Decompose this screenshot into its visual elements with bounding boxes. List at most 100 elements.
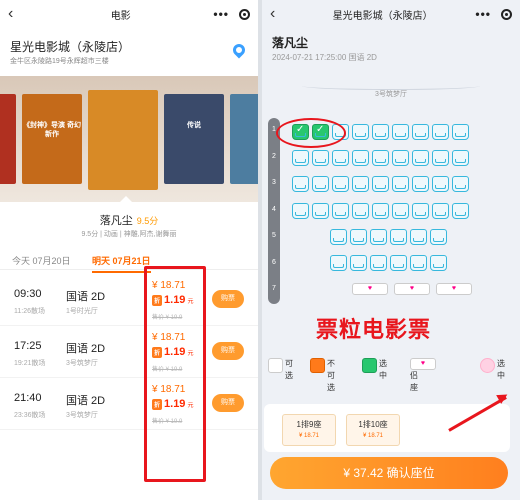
seat-available[interactable] bbox=[292, 150, 309, 166]
seat-available[interactable] bbox=[412, 176, 429, 192]
movie-poster[interactable]: 传说 bbox=[164, 94, 224, 184]
seat-available[interactable] bbox=[332, 176, 349, 192]
seat-available[interactable] bbox=[372, 124, 389, 140]
buy-ticket-button[interactable]: 购票 bbox=[212, 290, 244, 308]
showtime-row[interactable]: 09:30 11:26散场 国语 2D 1号时光厅 ¥ 18.71 折 1.19 元售价 ¥ … bbox=[0, 274, 258, 326]
watermark: 票粒电影票 bbox=[316, 317, 432, 342]
seat-available[interactable] bbox=[410, 229, 427, 245]
page-title: 电影 bbox=[110, 10, 131, 22]
seat-available[interactable] bbox=[352, 203, 369, 219]
seat-available[interactable] bbox=[292, 203, 309, 219]
confirm-seat-button[interactable]: ¥ 37.42 确认座位 bbox=[270, 457, 508, 489]
close-miniapp-icon[interactable] bbox=[239, 8, 250, 20]
row-number: 6 bbox=[272, 258, 276, 266]
row-number: 5 bbox=[272, 232, 276, 239]
hall-name: 3号筑梦厅 bbox=[66, 360, 98, 367]
seat-available[interactable] bbox=[350, 255, 367, 271]
seat-available[interactable] bbox=[350, 229, 367, 245]
seat-available[interactable] bbox=[312, 203, 329, 219]
seat-available[interactable] bbox=[432, 203, 449, 219]
language-format: 国语 2D bbox=[66, 343, 106, 355]
capsule-menu[interactable]: ••• bbox=[475, 7, 512, 21]
movie-poster-selected[interactable] bbox=[88, 90, 158, 190]
couple-seat[interactable]: ♥ bbox=[352, 283, 388, 295]
seat-available[interactable] bbox=[332, 150, 349, 166]
row-number: 3 bbox=[272, 179, 276, 186]
seat-available[interactable] bbox=[392, 176, 409, 192]
close-miniapp-icon[interactable] bbox=[501, 8, 512, 20]
selected-seat-chip[interactable]: 1排9座 ¥ 18.71 bbox=[282, 414, 336, 446]
buy-ticket-button[interactable]: 购票 bbox=[212, 394, 244, 412]
seat-available[interactable] bbox=[452, 124, 469, 140]
seat-available[interactable] bbox=[390, 229, 407, 245]
price-highlight-box bbox=[144, 266, 206, 482]
back-icon[interactable]: ‹ bbox=[270, 5, 290, 23]
seat-available[interactable] bbox=[392, 203, 409, 219]
hall-name: 3号筑梦厅 bbox=[375, 91, 407, 98]
buy-ticket-button[interactable]: 购票 bbox=[212, 342, 244, 360]
tab-tomorrow[interactable]: 明天 07月21日 bbox=[92, 254, 151, 273]
showtime-row[interactable]: 21:40 23:36散场 国语 2D 3号筑梦厅 ¥ 18.71 折 1.19 元售价 ¥ … bbox=[0, 378, 258, 430]
movie-poster[interactable] bbox=[0, 94, 16, 184]
seat-available[interactable] bbox=[412, 124, 429, 140]
couple-seat[interactable]: ♥ bbox=[436, 283, 472, 295]
date-tabs: 今天 07月20日 明天 07月21日 bbox=[0, 246, 258, 273]
seat-available[interactable] bbox=[352, 176, 369, 192]
legend-mine-icon bbox=[362, 358, 377, 373]
tab-today[interactable]: 今天 07月20日 bbox=[12, 254, 71, 267]
seat-available[interactable] bbox=[292, 176, 309, 192]
seat-available[interactable] bbox=[412, 150, 429, 166]
showtime-row[interactable]: 17:25 19:21散场 国语 2D 3号筑梦厅 ¥ 18.71 折 1.19 元售价 ¥ … bbox=[0, 326, 258, 378]
seat-available[interactable] bbox=[430, 255, 447, 271]
seat-available[interactable] bbox=[330, 255, 347, 271]
cinema-address: 金牛区永陵路19号永辉超市三楼 bbox=[10, 58, 109, 65]
capsule-menu[interactable]: ••• bbox=[213, 7, 250, 21]
start-time: 21:40 bbox=[14, 392, 42, 404]
movie-poster[interactable] bbox=[230, 94, 258, 184]
seat-available[interactable] bbox=[412, 203, 429, 219]
seat-available[interactable] bbox=[410, 255, 427, 271]
page-title: 星光电影城（永陵店） bbox=[332, 10, 433, 22]
seat-available[interactable] bbox=[352, 150, 369, 166]
location-icon[interactable] bbox=[230, 41, 248, 59]
seat-available[interactable] bbox=[452, 203, 469, 219]
start-time: 17:25 bbox=[14, 340, 42, 352]
seat-price: ¥ 18.71 bbox=[362, 433, 384, 439]
seat-available[interactable] bbox=[452, 176, 469, 192]
poster-carousel[interactable]: 《封神》导演 奇幻新作 传说 bbox=[0, 76, 258, 202]
legend-item: ♥情侣座 bbox=[410, 358, 436, 394]
seat-available[interactable] bbox=[452, 150, 469, 166]
seat-available[interactable] bbox=[330, 229, 347, 245]
selected-seat-chip[interactable]: 1排10座 ¥ 18.71 bbox=[346, 414, 400, 446]
seat-available[interactable] bbox=[390, 255, 407, 271]
legend-couple-icon: ♥ bbox=[410, 358, 436, 370]
seat-available[interactable] bbox=[392, 150, 409, 166]
seat-available[interactable] bbox=[430, 229, 447, 245]
row-number: 4 bbox=[272, 205, 276, 213]
couple-seat[interactable]: ♥ bbox=[394, 283, 430, 295]
seat-available[interactable] bbox=[432, 150, 449, 166]
seat-available[interactable] bbox=[312, 176, 329, 192]
seat-available[interactable] bbox=[372, 203, 389, 219]
seat-available[interactable] bbox=[352, 124, 369, 140]
seat-available[interactable] bbox=[370, 255, 387, 271]
seat-available[interactable] bbox=[372, 176, 389, 192]
seat-available[interactable] bbox=[332, 203, 349, 219]
more-icon[interactable]: ••• bbox=[475, 7, 491, 21]
seat-available[interactable] bbox=[370, 229, 387, 245]
top-bar: ‹ 电影 ••• bbox=[0, 0, 258, 28]
movie-name: 落凡尘 bbox=[99, 215, 133, 227]
back-icon[interactable]: ‹ bbox=[8, 5, 28, 23]
movie-title: 落凡尘 9.5分 bbox=[0, 212, 258, 228]
seat-available[interactable] bbox=[392, 124, 409, 140]
seat-available[interactable] bbox=[432, 124, 449, 140]
more-icon[interactable]: ••• bbox=[213, 7, 229, 21]
legend-sold-icon bbox=[310, 358, 325, 373]
seat-available[interactable] bbox=[312, 150, 329, 166]
selected-indicator bbox=[120, 196, 132, 202]
language-format: 国语 2D bbox=[66, 291, 106, 303]
movie-poster[interactable]: 《封神》导演 奇幻新作 bbox=[22, 94, 82, 184]
legend-item: 选中 bbox=[480, 358, 509, 382]
seat-available[interactable] bbox=[372, 150, 389, 166]
seat-available[interactable] bbox=[432, 176, 449, 192]
